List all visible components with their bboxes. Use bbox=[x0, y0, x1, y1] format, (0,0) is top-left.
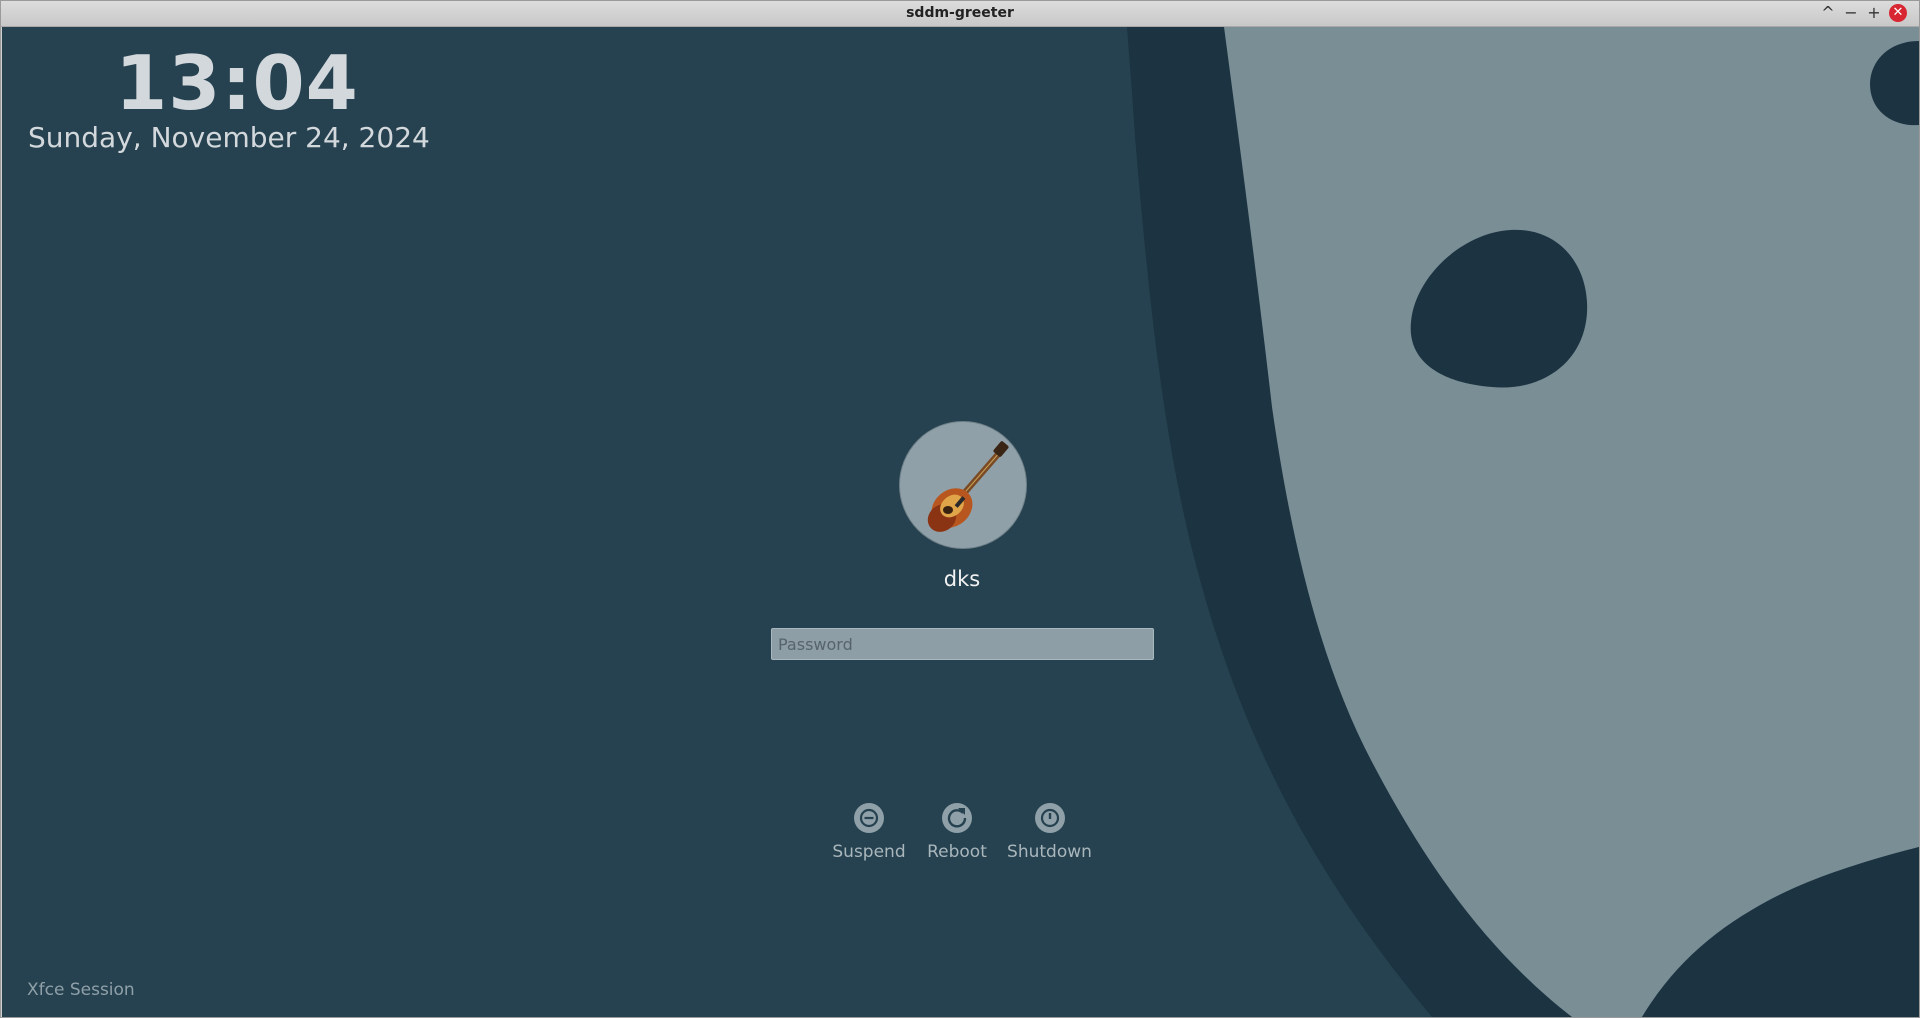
suspend-button[interactable]: Suspend bbox=[832, 802, 906, 862]
reboot-label: Reboot bbox=[927, 842, 987, 862]
greeter-screen: 13:04 Sunday, November 24, 2024 dks Susp… bbox=[2, 27, 1919, 1017]
clock-time: 13:04 bbox=[115, 39, 359, 127]
username-label: dks bbox=[943, 567, 981, 591]
suspend-icon bbox=[854, 803, 884, 833]
clock-date: Sunday, November 24, 2024 bbox=[28, 121, 430, 154]
window-titlebar[interactable]: sddm-greeter ^ − + ✕ bbox=[1, 1, 1919, 27]
close-button[interactable]: ✕ bbox=[1889, 4, 1907, 22]
shutdown-label: Shutdown bbox=[1007, 842, 1092, 862]
reboot-icon bbox=[942, 803, 972, 833]
user-avatar[interactable] bbox=[899, 421, 1027, 549]
window-title: sddm-greeter bbox=[906, 5, 1014, 21]
shutdown-icon bbox=[1034, 803, 1065, 833]
shade-button[interactable]: ^ bbox=[1819, 4, 1837, 22]
shutdown-button[interactable]: Shutdown bbox=[1002, 802, 1097, 862]
password-input[interactable] bbox=[771, 628, 1154, 660]
minimize-button[interactable]: − bbox=[1842, 4, 1860, 22]
reboot-button[interactable]: Reboot bbox=[922, 802, 992, 862]
sddm-greeter-window: sddm-greeter ^ − + ✕ 13:04 Sunday, Novem… bbox=[0, 0, 1920, 1018]
guitar-icon bbox=[927, 441, 1009, 532]
suspend-label: Suspend bbox=[832, 842, 906, 862]
maximize-button[interactable]: + bbox=[1865, 4, 1883, 22]
session-selector[interactable]: Xfce Session bbox=[27, 980, 135, 1000]
